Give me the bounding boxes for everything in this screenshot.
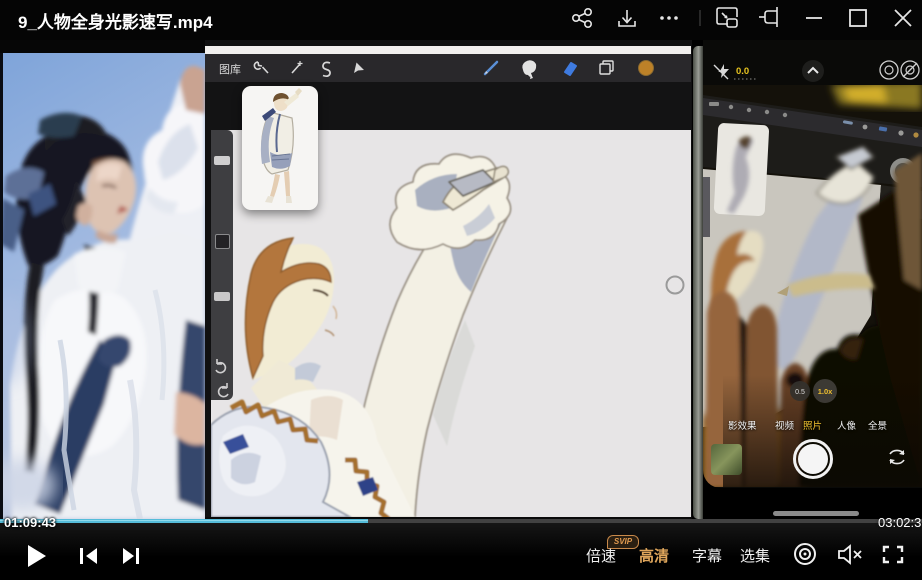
svg-text:1.0x: 1.0x [818, 387, 833, 396]
svg-text:0.0: 0.0 [736, 66, 749, 77]
svg-text:0.5: 0.5 [795, 389, 805, 396]
